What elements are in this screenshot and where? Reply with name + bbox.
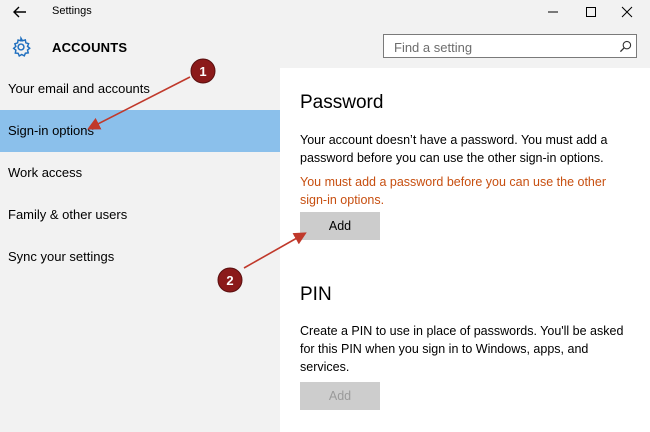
- sidebar-item-label: Family & other users: [8, 207, 128, 222]
- back-arrow-icon[interactable]: [10, 2, 30, 22]
- content-pane: Password Your account doesn’t have a pas…: [280, 68, 650, 432]
- gear-icon: [12, 36, 31, 58]
- add-pin-button[interactable]: Add: [300, 382, 380, 410]
- sidebar-item-label: Sync your settings: [8, 249, 115, 264]
- title-bar: Settings: [0, 0, 650, 24]
- sidebar-item-sign-in-options[interactable]: Sign-in options: [0, 110, 280, 152]
- pin-heading: PIN: [300, 284, 332, 305]
- password-heading: Password: [300, 92, 384, 113]
- minimize-icon[interactable]: [544, 3, 562, 21]
- sidebar-item-family-users[interactable]: Family & other users: [0, 194, 280, 236]
- section-title: ACCOUNTS: [52, 40, 128, 55]
- close-icon[interactable]: [618, 3, 636, 21]
- search-input[interactable]: [392, 38, 616, 56]
- sidebar-item-sync-settings[interactable]: Sync your settings: [0, 236, 280, 278]
- password-description: Your account doesn’t have a password. Yo…: [300, 133, 608, 165]
- sidebar-item-label: Sign-in options: [8, 123, 94, 138]
- sidebar-item-email-accounts[interactable]: Your email and accounts: [0, 68, 280, 110]
- password-warning: You must add a password before you can u…: [300, 175, 606, 207]
- sidebar-item-work-access[interactable]: Work access: [0, 152, 280, 194]
- sidebar-item-label: Work access: [8, 165, 83, 180]
- add-password-button[interactable]: Add: [300, 212, 380, 240]
- sidebar: Your email and accounts Sign-in options …: [0, 68, 280, 432]
- settings-header: ACCOUNTS: [0, 24, 650, 68]
- search-box[interactable]: [383, 34, 637, 58]
- search-icon[interactable]: [619, 40, 632, 53]
- window-title: Settings: [52, 5, 92, 17]
- maximize-icon[interactable]: [582, 3, 600, 21]
- sidebar-item-label: Your email and accounts: [8, 81, 150, 96]
- pin-description: Create a PIN to use in place of password…: [300, 324, 624, 374]
